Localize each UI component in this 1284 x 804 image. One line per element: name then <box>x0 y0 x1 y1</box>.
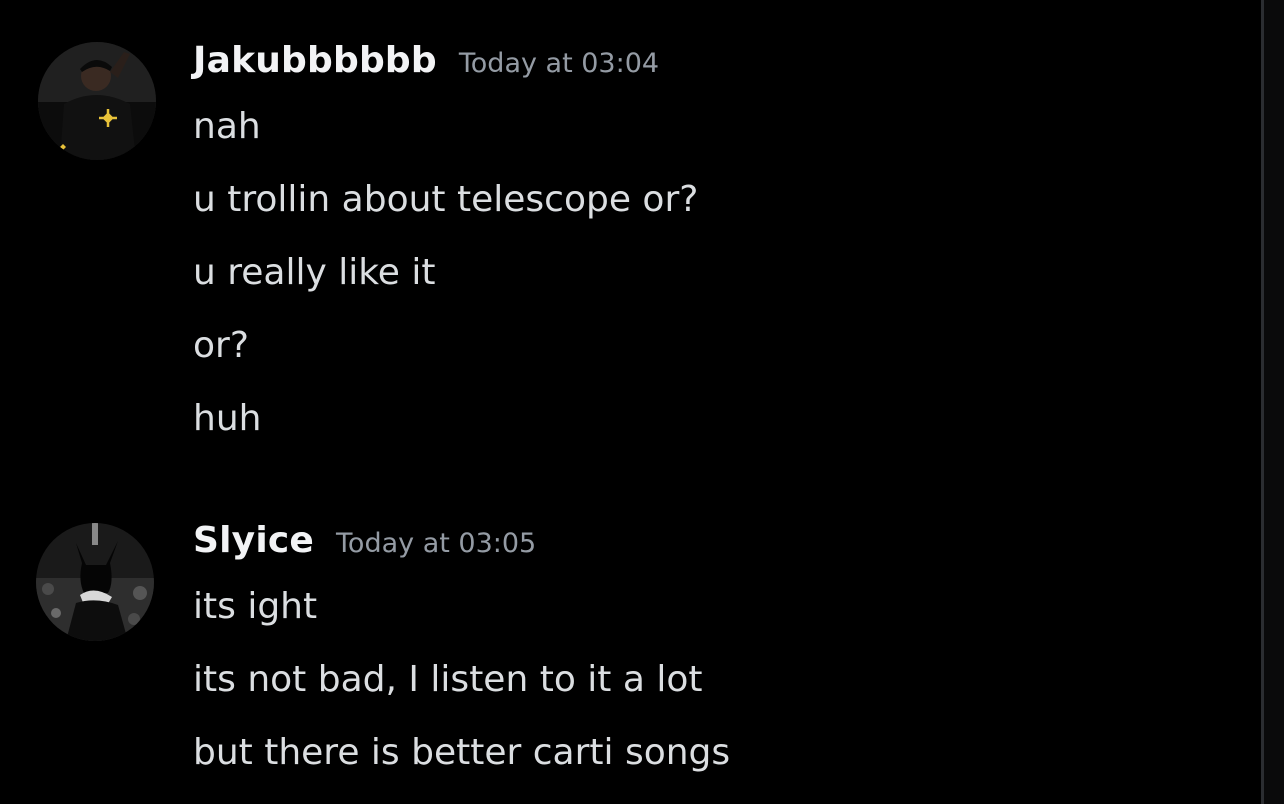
message-line: or? <box>193 325 249 366</box>
message-content: nah u trollin about telescope or? u real… <box>193 102 698 467</box>
avatar[interactable] <box>38 42 156 160</box>
scrollbar[interactable] <box>1264 0 1284 804</box>
message-line: nah <box>193 106 261 147</box>
chat-message-list: Jakubbbbbb Today at 03:04 nah u trollin a… <box>0 0 1284 804</box>
timestamp: Today at 03:04 <box>458 48 660 79</box>
username[interactable]: Jakubbbbbb <box>193 40 437 81</box>
message-line: its not bad, I listen to it a lot <box>193 659 703 700</box>
user-avatar-icon <box>38 42 156 160</box>
avatar[interactable] <box>36 523 154 641</box>
message-line: huh <box>193 398 262 439</box>
message-header: Jakubbbbbb Today at 03:04 <box>193 40 659 94</box>
message-content: its ight its not bad, I listen to it a l… <box>193 582 730 801</box>
timestamp: Today at 03:05 <box>336 528 537 559</box>
message-line: u trollin about telescope or? <box>193 179 699 220</box>
username[interactable]: Slyice <box>193 520 314 561</box>
user-avatar-icon <box>36 523 154 641</box>
message-line: u really like it <box>193 252 436 293</box>
message-line: its ight <box>193 586 318 627</box>
message-header: Slyice Today at 03:05 <box>193 520 536 574</box>
message-line: but there is better carti songs <box>193 732 731 773</box>
